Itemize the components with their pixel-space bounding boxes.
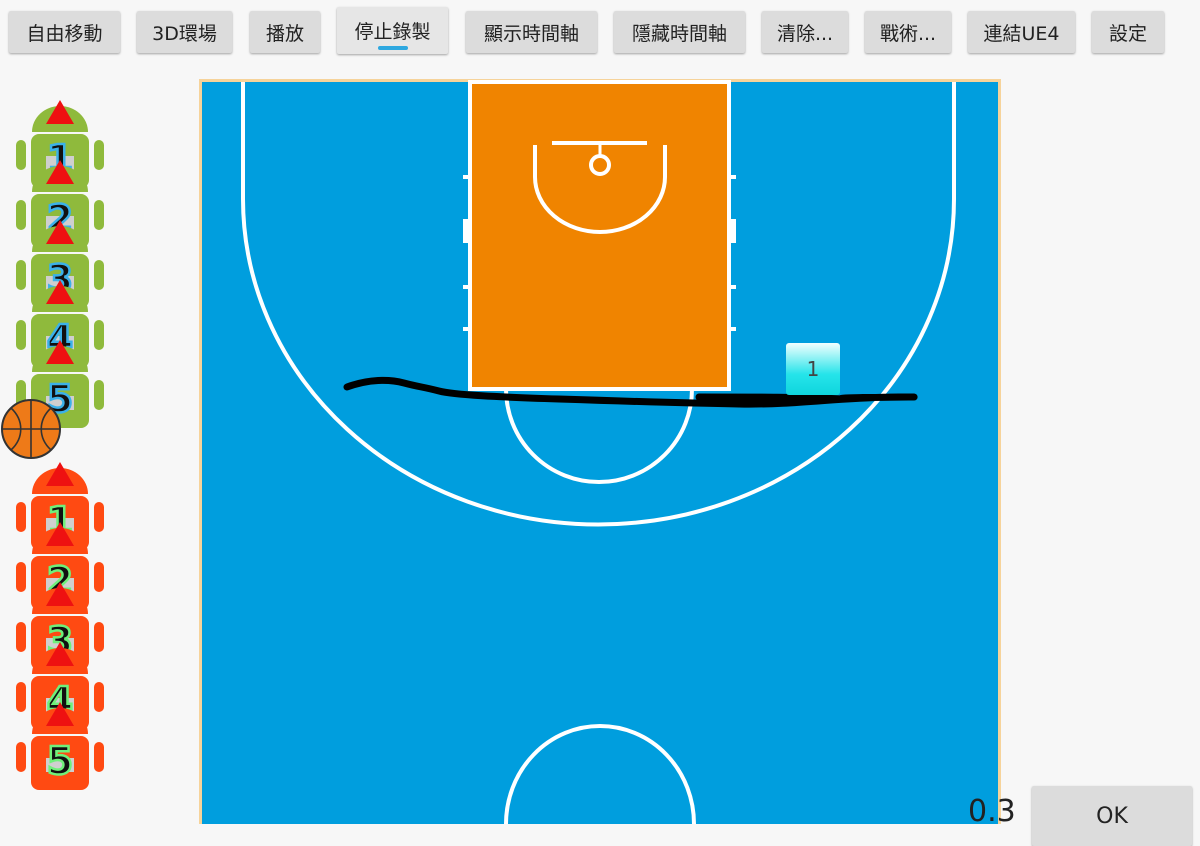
basketball-court[interactable] [199,79,1001,824]
stop-recording-button[interactable]: 停止錄製 [337,7,448,54]
settings-button[interactable]: 設定 [1092,11,1164,53]
away-player-5-token[interactable]: 5 [14,700,106,792]
show-timeline-button[interactable]: 顯示時間軸 [466,11,597,53]
active-indicator [377,46,408,50]
free-move-button[interactable]: 自由移動 [9,11,120,53]
paint-area [468,80,731,391]
play-button[interactable]: 播放 [250,11,320,53]
path-point-label[interactable]: 1 [786,343,840,395]
connect-ue4-button[interactable]: 連結UE4 [968,11,1075,53]
toolbar: 自由移動 3D環場 播放 停止錄製 顯示時間軸 隱藏時間軸 清除... 戰術..… [0,0,1200,62]
away-player-5-number: 5 [47,739,73,783]
ok-button[interactable]: OK [1032,786,1192,846]
tactics-button[interactable]: 戰術... [865,11,951,53]
basketball-token[interactable] [0,398,62,460]
hide-timeline-button[interactable]: 隱藏時間軸 [614,11,745,53]
3d-view-button[interactable]: 3D環場 [137,11,232,53]
clear-button[interactable]: 清除... [762,11,848,53]
speed-value: 0.3 [968,794,1016,829]
lane-block-right [729,219,736,243]
stop-recording-label: 停止錄製 [354,21,431,43]
lane-block-left [463,219,470,243]
